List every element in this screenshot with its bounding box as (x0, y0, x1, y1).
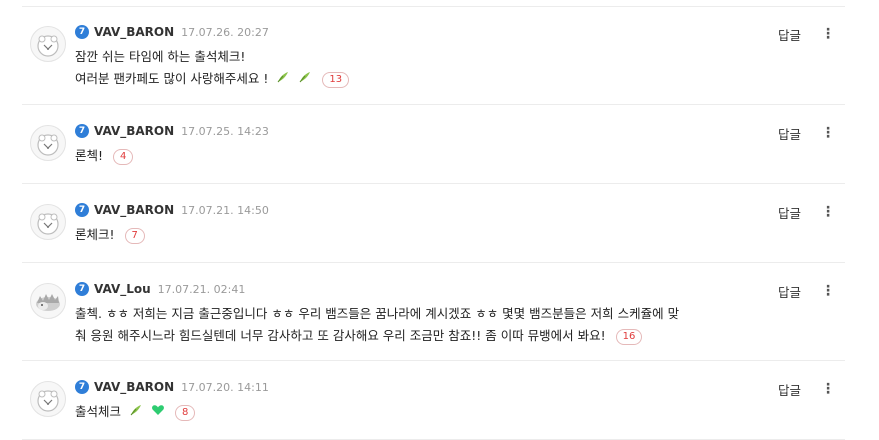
comment-text-line: 잠깐 쉬는 타임에 하는 출석체크! (75, 49, 246, 64)
sheep-avatar-icon (37, 390, 59, 412)
comment-header: 7 VAV_BARON 17.07.21. 14:50 (75, 202, 269, 218)
comment-header: 7 VAV_BARON 17.07.20. 14:11 (75, 379, 269, 395)
more-options-icon[interactable]: ⋮ (821, 126, 835, 140)
leaf-emoticon-icon (298, 69, 312, 91)
level-badge: 7 (75, 25, 89, 39)
comment-date: 17.07.21. 02:41 (157, 282, 246, 296)
comment-text-line: 춰 응원 해주시느라 힘드실텐데 너무 감사하고 또 감사해요 우리 조금만 참… (75, 328, 606, 343)
reply-count-badge[interactable]: 13 (322, 71, 350, 88)
comment-body: 출석체크 8 (75, 401, 196, 424)
comment-body: 잠깐 쉬는 타임에 하는 출석체크! 여러분 팬카페도 많이 사랑해주세요 ! … (75, 46, 350, 91)
comment-date: 17.07.20. 14:11 (181, 380, 269, 394)
level-badge: 7 (75, 282, 89, 296)
heart-emoticon-icon (151, 402, 165, 424)
comment-header: 7 VAV_BARON 17.07.25. 14:23 (75, 123, 269, 139)
comment-date: 17.07.25. 14:23 (181, 124, 269, 138)
leaf-emoticon-icon (276, 69, 290, 91)
comment-text-line: 출첵. ㅎㅎ 저희는 지금 출근중입니다 ㅎㅎ 우리 뱀즈들은 꿈나라에 계시겠… (75, 306, 680, 321)
comment-item: 7 VAV_Lou 17.07.21. 02:41 출첵. ㅎㅎ 저희는 지금 … (22, 263, 845, 361)
avatar[interactable] (30, 283, 66, 319)
reply-button[interactable]: 답글 (778, 124, 801, 143)
comment-item: 7 VAV_BARON 17.07.20. 14:11 출석체크 8 답글 ⋮ (22, 361, 845, 440)
reply-button[interactable]: 답글 (778, 282, 801, 301)
comment-item: 7 VAV_BARON 17.07.26. 20:27 잠깐 쉬는 타임에 하는… (22, 6, 845, 105)
reply-count-badge[interactable]: 16 (615, 328, 643, 345)
avatar[interactable] (30, 204, 66, 240)
leaf-emoticon-icon (129, 402, 143, 424)
sheep-avatar-icon (37, 35, 59, 57)
comment-list: 7 VAV_BARON 17.07.26. 20:27 잠깐 쉬는 타임에 하는… (22, 6, 845, 440)
comment-item: 7 VAV_BARON 17.07.25. 14:23 론첵! 4 답글 ⋮ (22, 105, 845, 184)
reply-button[interactable]: 답글 (778, 25, 801, 44)
comment-date: 17.07.21. 14:50 (181, 203, 269, 217)
comment-date: 17.07.26. 20:27 (181, 25, 269, 39)
sheep-avatar-icon (37, 134, 59, 156)
comment-text-line: 론첵! (75, 148, 104, 163)
comment-text-line-wrap: 춰 응원 해주시느라 힘드실텐데 너무 감사하고 또 감사해요 우리 조금만 참… (75, 325, 679, 347)
hedgehog-avatar-icon (36, 294, 60, 311)
avatar[interactable] (30, 381, 66, 417)
more-options-icon[interactable]: ⋮ (821, 284, 835, 298)
reply-count-badge[interactable]: 7 (124, 227, 145, 244)
nickname[interactable]: VAV_BARON (94, 25, 174, 39)
sheep-avatar-icon (37, 213, 59, 235)
comment-text-line-wrap: 여러분 팬카페도 많이 사랑해주세요 ! 13 (75, 68, 350, 91)
more-options-icon[interactable]: ⋮ (821, 27, 835, 41)
comment-header: 7 VAV_BARON 17.07.26. 20:27 (75, 24, 269, 40)
more-options-icon[interactable]: ⋮ (821, 205, 835, 219)
level-badge: 7 (75, 124, 89, 138)
reply-button[interactable]: 답글 (778, 380, 801, 399)
comment-body: 론체크! 7 (75, 224, 145, 246)
avatar[interactable] (30, 125, 66, 161)
nickname[interactable]: VAV_BARON (94, 124, 174, 138)
comment-header: 7 VAV_Lou 17.07.21. 02:41 (75, 281, 245, 297)
comment-text-line: 론체크! (75, 227, 115, 242)
reply-count-badge[interactable]: 8 (174, 404, 196, 421)
comment-body: 론첵! 4 (75, 145, 134, 167)
level-badge: 7 (75, 203, 89, 217)
comment-item: 7 VAV_BARON 17.07.21. 14:50 론체크! 7 답글 ⋮ (22, 184, 845, 263)
comment-text-line: 여러분 팬카페도 많이 사랑해주세요 ! (75, 71, 269, 86)
nickname[interactable]: VAV_Lou (94, 282, 151, 296)
nickname[interactable]: VAV_BARON (94, 380, 174, 394)
nickname[interactable]: VAV_BARON (94, 203, 174, 217)
reply-count-badge[interactable]: 4 (113, 148, 134, 165)
level-badge: 7 (75, 380, 89, 394)
comment-body: 출첵. ㅎㅎ 저희는 지금 출근중입니다 ㅎㅎ 우리 뱀즈들은 꿈나라에 계시겠… (75, 303, 679, 347)
reply-button[interactable]: 답글 (778, 203, 801, 222)
avatar[interactable] (30, 26, 66, 62)
comment-text-line: 출석체크 (75, 404, 122, 419)
more-options-icon[interactable]: ⋮ (821, 382, 835, 396)
